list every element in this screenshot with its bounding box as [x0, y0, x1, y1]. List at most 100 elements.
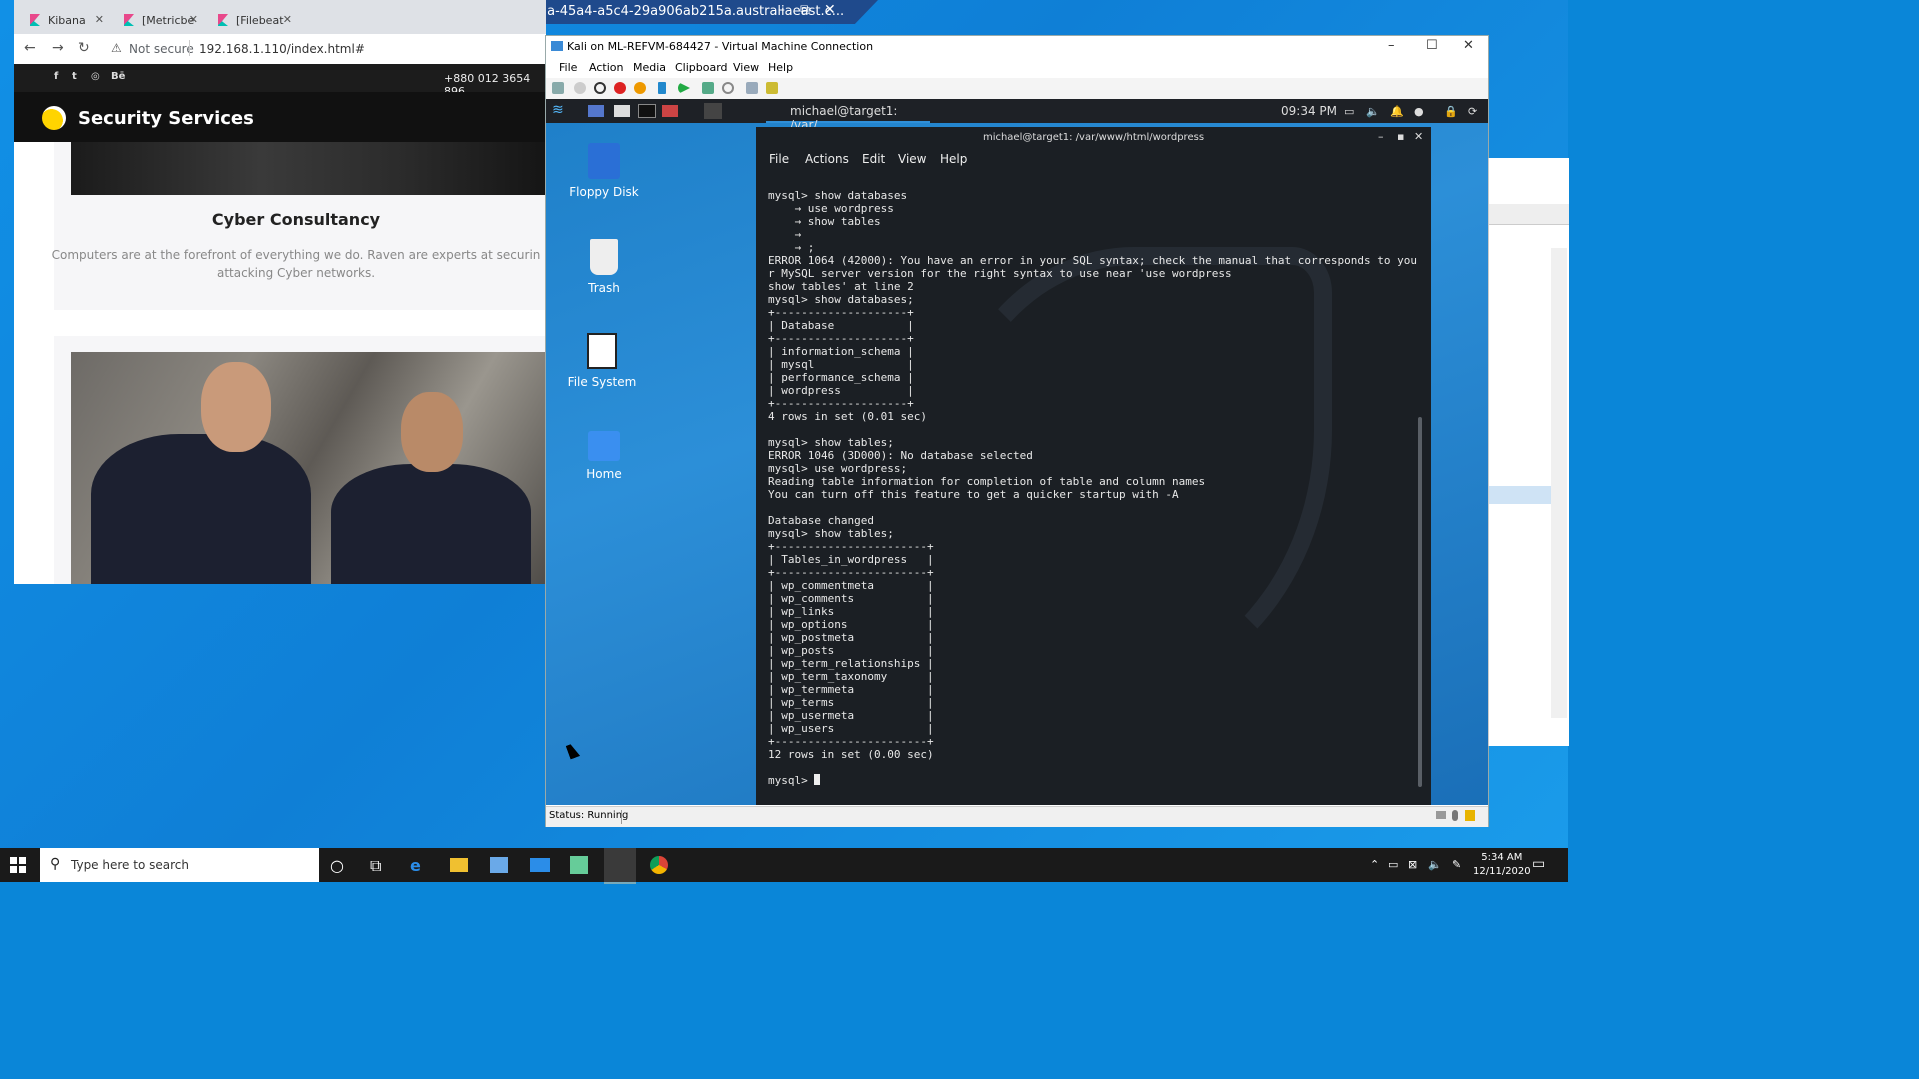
minimize-icon[interactable]: – — [1378, 130, 1384, 143]
turn-off-icon[interactable] — [594, 82, 606, 94]
desktop-icon-floppy[interactable]: Floppy Disk — [564, 143, 644, 199]
desktop-icon-filesystem[interactable]: File System — [562, 333, 642, 389]
scrollbar[interactable] — [1551, 248, 1567, 718]
forward-icon[interactable]: → — [52, 40, 64, 56]
save-icon[interactable] — [634, 82, 646, 94]
minimize-icon[interactable]: – — [1388, 38, 1395, 53]
menu-help[interactable]: Help — [768, 61, 793, 74]
not-secure-label[interactable]: Not secure — [129, 42, 194, 56]
divider — [189, 40, 190, 56]
close-tab-icon[interactable]: ✕ — [283, 13, 292, 26]
kali-menu-icon[interactable]: ≋ — [552, 102, 564, 118]
browser-launcher-icon[interactable] — [662, 105, 678, 117]
desktop-icon-home[interactable]: Home — [564, 431, 644, 481]
revert-icon[interactable] — [722, 82, 734, 94]
enhanced-session-icon[interactable] — [746, 82, 758, 94]
terminal-output[interactable]: mysql> show databases → use wordpress → … — [768, 189, 1417, 787]
close-icon[interactable]: ✕ — [1463, 38, 1474, 53]
menu-clipboard[interactable]: Clipboard — [675, 61, 728, 74]
pen-icon[interactable]: ✎ — [1452, 858, 1461, 871]
search-input[interactable]: Type here to search — [71, 858, 189, 872]
edge-icon[interactable]: e — [410, 856, 421, 875]
close-tab-icon[interactable]: ✕ — [95, 13, 104, 26]
twitter-icon[interactable]: t — [72, 71, 77, 82]
terminal-title: michael@target1: /var/www/html/wordpress — [982, 132, 1205, 143]
menu-actions[interactable]: Actions — [805, 152, 849, 166]
terminal-scrollbar[interactable] — [1418, 417, 1422, 787]
service-card — [54, 336, 546, 584]
volume-tray-icon[interactable]: 🔈 — [1428, 858, 1442, 871]
tab-filebeat[interactable]: [Filebeat ✕ — [202, 6, 296, 34]
network-tray-icon[interactable]: ▭ — [1388, 858, 1398, 871]
menu-file[interactable]: File — [769, 152, 789, 166]
checkpoint-icon[interactable] — [702, 82, 714, 94]
close-icon[interactable]: ✕ — [1414, 130, 1423, 143]
url-field[interactable]: 192.168.1.110/index.html# — [199, 42, 365, 56]
minimize-icon[interactable]: – — [778, 2, 785, 18]
site-brand[interactable]: Security Services — [78, 108, 254, 129]
display-icon[interactable]: ▭ — [1344, 105, 1354, 118]
menu-edit[interactable]: Edit — [862, 152, 885, 166]
menu-file[interactable]: File — [559, 61, 577, 74]
reload-icon[interactable]: ↻ — [78, 40, 90, 56]
maximize-icon[interactable]: ▪ — [1397, 130, 1404, 143]
notification-icon[interactable]: 🔔 — [1390, 105, 1404, 118]
workspace-icon[interactable] — [588, 105, 604, 117]
desktop-icon-trash[interactable]: Trash — [564, 239, 644, 295]
power-icon[interactable]: ⟳ — [1468, 105, 1477, 118]
cortana-icon[interactable]: ○ — [330, 856, 344, 875]
store-icon[interactable] — [490, 857, 508, 873]
close-icon[interactable]: ✕ — [824, 2, 836, 18]
windows-start-icon[interactable] — [10, 857, 26, 873]
officer-head — [201, 362, 271, 452]
chrome-icon[interactable] — [650, 856, 668, 874]
vm-icon — [551, 41, 563, 51]
mail-icon[interactable] — [530, 858, 550, 872]
terminal-window[interactable]: michael@target1: /var/www/html/wordpress… — [756, 127, 1431, 805]
server-manager-icon[interactable] — [570, 856, 588, 874]
chevron-up-icon[interactable]: ⌃ — [1370, 858, 1379, 871]
warning-icon[interactable]: ⚠ — [111, 41, 122, 55]
lock-icon[interactable]: 🔒 — [1444, 105, 1458, 118]
task-view-icon[interactable]: ⧉ — [370, 856, 381, 876]
file-explorer-icon[interactable] — [450, 858, 468, 872]
vm-menubar: File Action Media Clipboard View Help — [546, 58, 1488, 78]
terminal-task-icon[interactable] — [704, 103, 722, 119]
terminal-launcher-icon[interactable] — [638, 104, 656, 118]
action-center-icon[interactable]: ▭ — [1532, 856, 1545, 872]
vm-connection-task-icon[interactable] — [604, 848, 636, 884]
close-tab-icon[interactable]: ✕ — [189, 13, 198, 26]
vm-title: Kali on ML-REFVM-684427 - Virtual Machin… — [567, 40, 874, 53]
windows-taskbar: ⚲ Type here to search ○ ⧉ e ⌃ ▭ ⊠ 🔈 ✎ 5:… — [0, 848, 1568, 884]
restore-icon[interactable]: ⧉ — [800, 2, 810, 18]
menu-action[interactable]: Action — [589, 61, 623, 74]
facebook-icon[interactable]: f — [54, 71, 58, 82]
tab-metricbeat[interactable]: [Metricbe ✕ — [108, 6, 202, 34]
menu-help[interactable]: Help — [940, 152, 967, 166]
icon-label: Home — [586, 467, 622, 481]
taskbar-search[interactable]: ⚲ Type here to search — [40, 848, 319, 882]
ctrl-alt-del-icon[interactable] — [552, 82, 564, 94]
taskbar-clock[interactable]: 5:34 AM 12/11/2020 — [1473, 851, 1531, 879]
hyperv-tray-icon[interactable]: ⊠ — [1408, 858, 1417, 871]
menu-view[interactable]: View — [898, 152, 926, 166]
dribbble-icon[interactable]: ◎ — [91, 71, 100, 82]
taskbar-window-terminal[interactable]: michael@target1: /var/... — [766, 101, 930, 132]
maximize-icon[interactable]: ☐ — [1426, 38, 1438, 53]
kibana-icon — [30, 14, 40, 26]
back-icon[interactable]: ← — [24, 40, 36, 56]
behance-icon[interactable]: Bē — [111, 71, 125, 82]
play-icon[interactable] — [678, 82, 690, 94]
menu-view[interactable]: View — [733, 61, 759, 74]
pause-icon[interactable] — [658, 82, 666, 94]
volume-icon[interactable]: 🔈 — [1366, 105, 1380, 118]
logo-icon[interactable] — [42, 106, 66, 130]
shutdown-icon[interactable] — [614, 82, 626, 94]
network-icon[interactable]: ● — [1414, 105, 1424, 118]
file-manager-icon[interactable] — [614, 105, 630, 117]
kali-clock[interactable]: 09:34 PM — [1281, 104, 1337, 118]
start-icon[interactable] — [574, 82, 586, 94]
menu-media[interactable]: Media — [633, 61, 666, 74]
tab-kibana[interactable]: Kibana ✕ — [14, 6, 108, 34]
share-icon[interactable] — [766, 82, 778, 94]
